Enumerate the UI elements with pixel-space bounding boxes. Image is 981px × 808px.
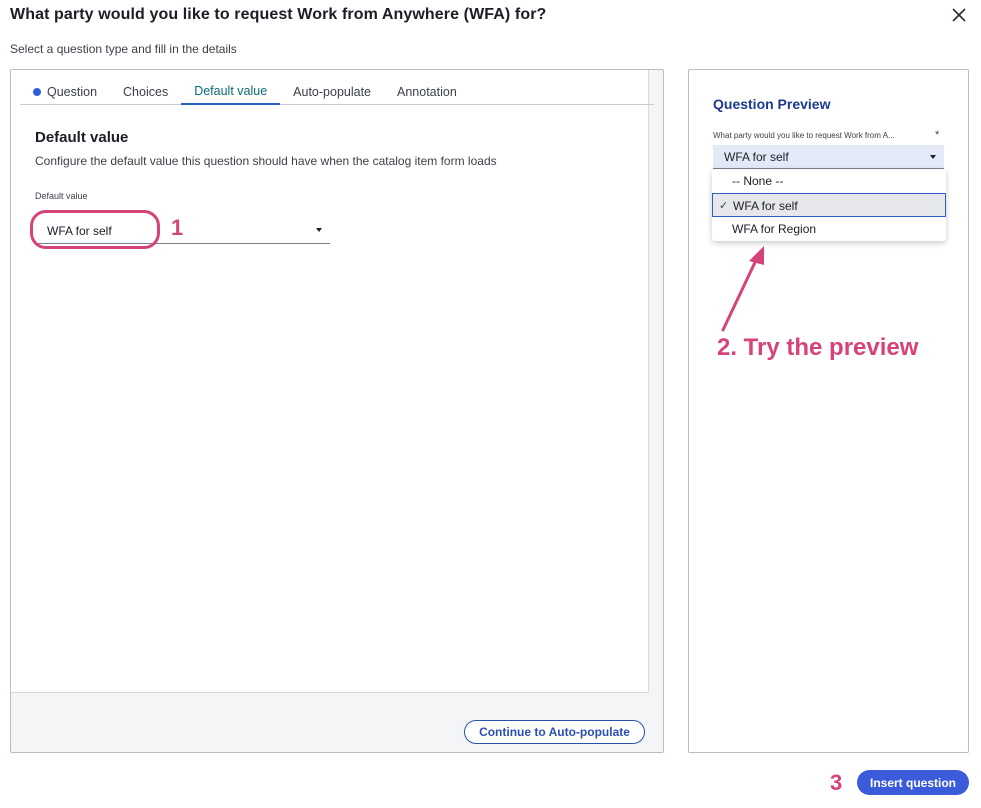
annotation-highlight-oval	[30, 210, 160, 249]
tab-annotation[interactable]: Annotation	[384, 79, 470, 105]
continue-to-auto-populate-button[interactable]: Continue to Auto-populate	[464, 720, 645, 744]
section-title: Default value	[35, 129, 129, 146]
close-button[interactable]	[948, 4, 970, 26]
tab-question[interactable]: Question	[20, 79, 110, 105]
tab-annotation-label: Annotation	[397, 85, 457, 99]
insert-question-button[interactable]: Insert question	[857, 770, 969, 795]
dialog-title: What party would you like to request Wor…	[10, 6, 547, 23]
preview-question-label: What party would you like to request Wor…	[713, 131, 895, 140]
chevron-down-icon	[930, 155, 936, 159]
status-dot-icon	[33, 88, 41, 96]
section-description: Configure the default value this questio…	[35, 154, 497, 168]
annotation-step-3: 3	[830, 770, 843, 795]
tab-auto-populate-label: Auto-populate	[293, 85, 372, 99]
dropdown-option-wfa-self[interactable]: ✓ WFA for self	[712, 193, 946, 217]
dropdown-option-label: -- None --	[732, 174, 784, 188]
preview-title: Question Preview	[713, 96, 831, 112]
tab-choices[interactable]: Choices	[110, 79, 181, 105]
tab-question-label: Question	[47, 85, 98, 99]
question-editor-panel: Question Choices Default value Auto-popu…	[10, 69, 664, 753]
default-value-label: Default value	[35, 191, 88, 201]
preview-select[interactable]: WFA for self	[713, 145, 944, 169]
tab-auto-populate[interactable]: Auto-populate	[280, 79, 384, 105]
dropdown-option-none[interactable]: -- None --	[712, 169, 946, 193]
required-asterisk-icon: *	[935, 129, 940, 141]
tab-default-value-label: Default value	[194, 84, 268, 98]
dropdown-option-label: WFA for self	[733, 199, 798, 213]
chevron-down-icon	[316, 228, 322, 232]
annotation-arrow-icon	[721, 246, 764, 332]
tab-bar: Question Choices Default value Auto-popu…	[20, 79, 654, 105]
preview-selected-value: WFA for self	[724, 150, 789, 164]
checkmark-icon: ✓	[719, 200, 729, 212]
annotation-step-1: 1	[171, 215, 184, 240]
dialog-subtitle: Select a question type and fill in the d…	[10, 42, 237, 56]
annotation-step-2: 2. Try the preview	[717, 334, 919, 361]
tab-default-value[interactable]: Default value	[181, 79, 281, 105]
tab-choices-label: Choices	[123, 85, 169, 99]
question-preview-panel: Question Preview What party would you li…	[688, 69, 969, 753]
question-editor-content: Question Choices Default value Auto-popu…	[11, 70, 654, 693]
close-icon	[952, 8, 966, 22]
